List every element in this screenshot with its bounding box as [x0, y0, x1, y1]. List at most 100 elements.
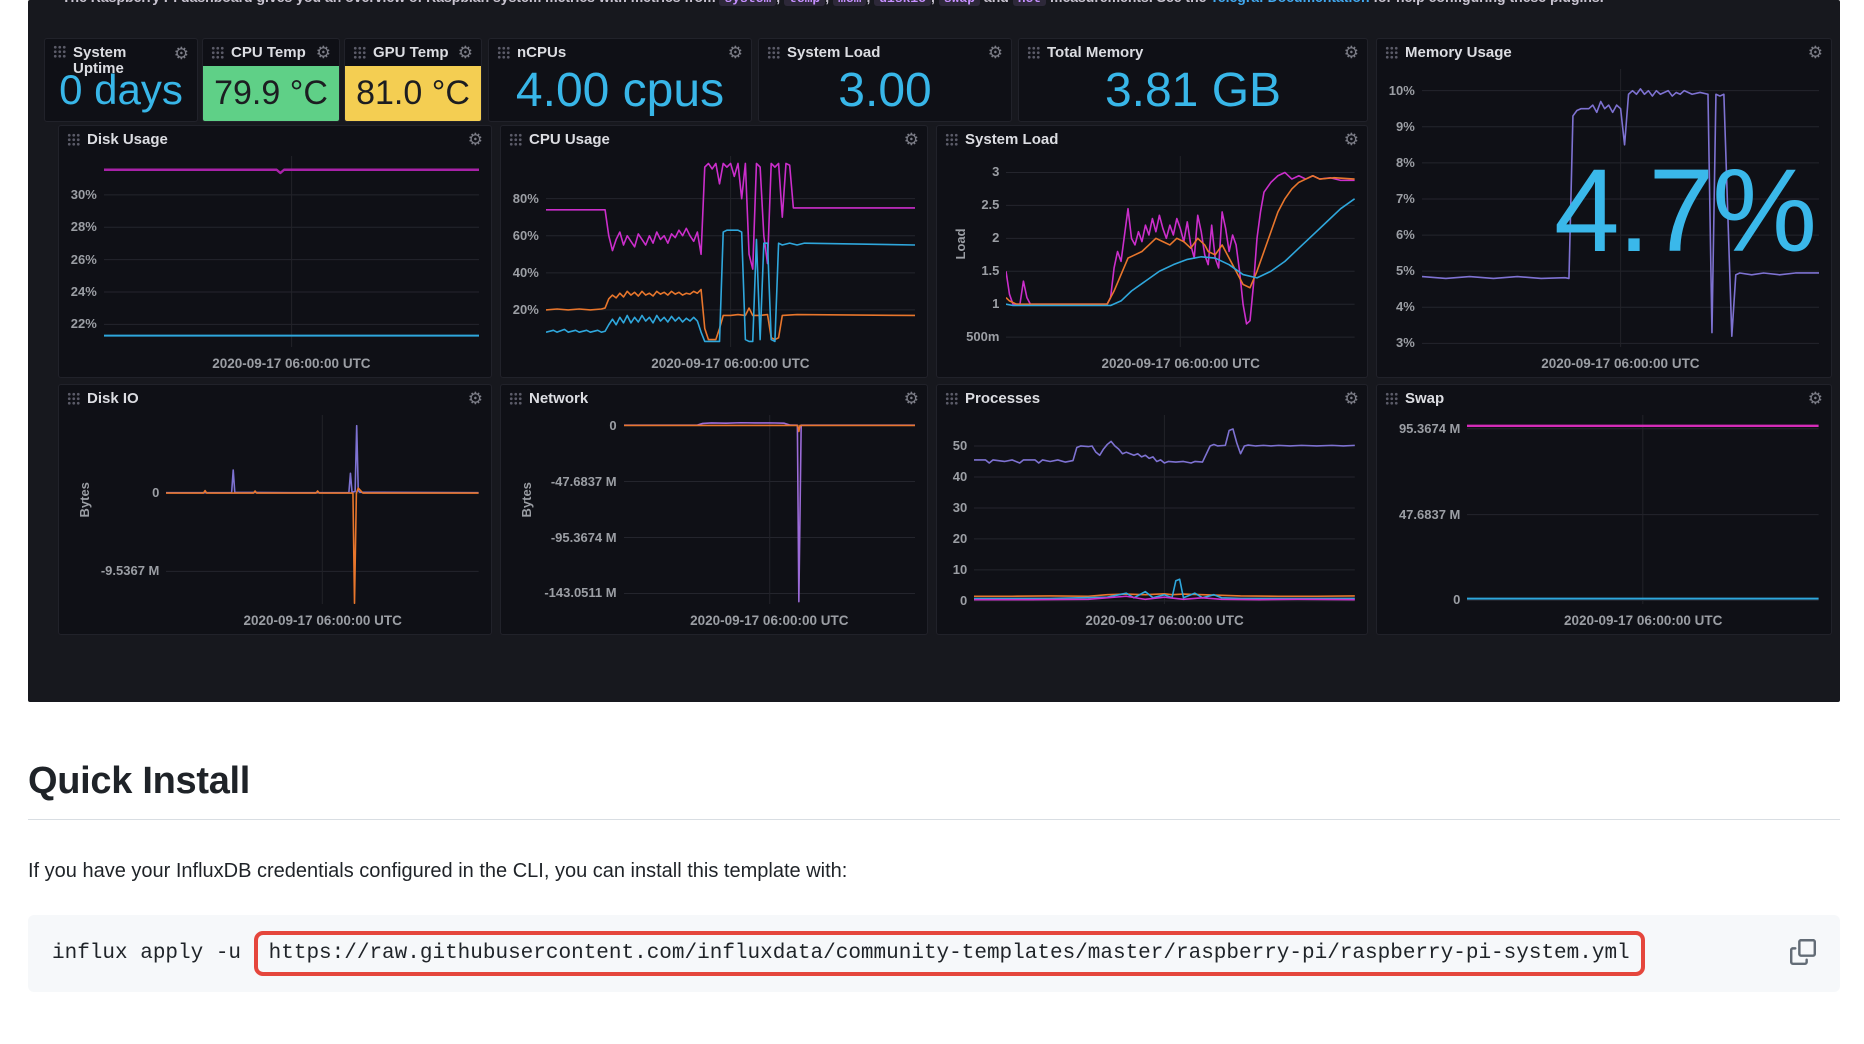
drag-handle-icon: [945, 392, 958, 405]
plot-area: 2020-09-17 06:00:00 UTC: [974, 415, 1355, 604]
readme-content: Quick Install If you have your InfluxDB …: [28, 702, 1840, 992]
y-axis-ticks: 95.3674 M47.6837 M0: [1385, 415, 1467, 604]
code-chip: mem: [833, 0, 866, 6]
x-axis-date-label: 2020-09-17 06:00:00 UTC: [974, 613, 1355, 628]
gear-icon: ⚙: [174, 45, 189, 62]
plot-area: 2020-09-17 06:00:00 UTC: [166, 415, 479, 604]
tick-label: 22%: [71, 316, 97, 331]
panel-title: GPU Temp: [373, 44, 449, 61]
gear-icon: ⚙: [1344, 131, 1359, 148]
command-url: https://raw.githubusercontent.com/influx…: [269, 942, 1630, 965]
tick-label: 50: [953, 438, 967, 453]
x-axis-date-label: 2020-09-17 06:00:00 UTC: [166, 613, 479, 628]
x-axis-date-label: 2020-09-17 06:00:00 UTC: [546, 356, 915, 371]
drag-handle-icon: [767, 46, 780, 59]
command-prefix: influx apply -u: [52, 942, 254, 965]
telegraf-docs-link[interactable]: Telegraf Documentation: [1210, 0, 1369, 5]
panel-title: nCPUs: [517, 44, 566, 61]
tick-label: 30: [953, 500, 967, 515]
memory-usage-big-value: 4.7%: [1554, 143, 1815, 279]
stat-value: 3.00: [759, 65, 1011, 115]
gear-icon: ⚙: [1808, 390, 1823, 407]
tick-label: -143.0511 M: [544, 585, 616, 600]
gear-icon: ⚙: [1808, 44, 1823, 61]
processes-chart: 504030201002020-09-17 06:00:00 UTC: [945, 415, 1355, 604]
x-axis-date-label: 2020-09-17 06:00:00 UTC: [624, 613, 915, 628]
drag-handle-icon: [211, 46, 224, 59]
tick-label: 0: [960, 593, 967, 608]
stat-value: 81.0 °C: [345, 66, 481, 121]
section-heading: Quick Install: [28, 760, 1840, 820]
tick-label: 30%: [71, 187, 97, 202]
swap-chart: 95.3674 M47.6837 M02020-09-17 06:00:00 U…: [1385, 415, 1819, 604]
gear-icon: ⚙: [458, 44, 473, 61]
tick-label: 20: [953, 531, 967, 546]
drag-handle-icon: [67, 133, 80, 146]
tick-label: -47.6837 M: [551, 474, 617, 489]
code-chip: system: [719, 0, 776, 6]
tick-label: 9%: [1396, 119, 1415, 134]
panel-ncpus: nCPUs⚙ 4.00 cpus: [488, 38, 752, 122]
plot-area: 2020-09-17 06:00:00 UTC: [1467, 415, 1819, 604]
tick-label: 26%: [71, 252, 97, 267]
y-axis-ticks: 32.521.51500m: [962, 156, 1006, 347]
tick-label: 10: [953, 562, 967, 577]
panel-total-memory: Total Memory⚙ 3.81 GB: [1018, 38, 1368, 122]
y-axis-ticks: 0 -47.6837 M -95.3674 M -143.0511 M: [526, 415, 624, 604]
system-load-chart: Load32.521.51500m2020-09-17 06:00:00 UTC: [945, 156, 1355, 347]
tick-label: -95.3674 M: [551, 530, 617, 545]
tick-label: 24%: [71, 284, 97, 299]
tick-label: 28%: [71, 219, 97, 234]
copy-icon: [1790, 939, 1816, 965]
tick-label: 2: [992, 230, 999, 245]
panel-title: Disk Usage: [87, 131, 168, 148]
y-axis-label: Load: [945, 156, 962, 347]
tick-label: 0: [152, 485, 159, 500]
tick-label: 0: [609, 418, 616, 433]
plot-area: 2020-09-17 06:00:00 UTC: [104, 156, 479, 347]
network-chart: Bytes0-47.6837 M-95.3674 M-143.0511 M202…: [509, 415, 915, 604]
panel-gpu-temp: GPU Temp ⚙ 81.0 °C: [344, 38, 482, 122]
drag-handle-icon: [497, 46, 510, 59]
y-axis-label: Bytes: [67, 415, 84, 604]
panel-processes: Processes⚙ 504030201002020-09-17 06:00:0…: [936, 384, 1368, 635]
tick-label: 80%: [513, 191, 539, 206]
gear-icon: ⚙: [988, 44, 1003, 61]
drag-handle-icon: [53, 45, 66, 58]
panel-network: Network⚙ Bytes0-47.6837 M-95.3674 M-143.…: [500, 384, 928, 635]
gear-icon: ⚙: [904, 131, 919, 148]
y-axis-ticks: 10%9%8%7%6%5%4%3%: [1385, 69, 1422, 347]
copy-button[interactable]: [1788, 939, 1818, 969]
install-command: influx apply -u https://raw.githubuserco…: [52, 942, 1645, 965]
panel-cpu-temp: CPU Temp⚙ 79.9 °C: [202, 38, 340, 122]
annotation-red-box: https://raw.githubusercontent.com/influx…: [254, 931, 1645, 976]
stat-value: 4.00 cpus: [489, 65, 751, 115]
stat-value: 3.81 GB: [1019, 65, 1367, 115]
drag-handle-icon: [1027, 46, 1040, 59]
tick-label: 95.3674 M: [1399, 421, 1460, 436]
panel-title: Swap: [1405, 390, 1444, 407]
gear-icon: ⚙: [1344, 44, 1359, 61]
gear-icon: ⚙: [316, 44, 331, 61]
tick-label: 3: [992, 164, 999, 179]
gear-icon: ⚙: [468, 390, 483, 407]
panel-disk-usage: Disk Usage⚙ 30%28%26%24%22%2020-09-17 06…: [58, 125, 492, 378]
disk-io-chart: Bytes 0 -9.5367 M 2020-09-17 06:00:00 UTC: [67, 415, 479, 604]
stat-value: 79.9 °C: [203, 66, 339, 121]
dashboard-description: The Raspberry Pi dashboard gives you an …: [62, 0, 1820, 10]
install-paragraph: If you have your InfluxDB credentials co…: [28, 860, 1840, 883]
gear-icon: ⚙: [904, 390, 919, 407]
panel-cpu-usage: CPU Usage⚙ 80%60%40%20%2020-09-17 06:00:…: [500, 125, 928, 378]
x-axis-date-label: 2020-09-17 06:00:00 UTC: [1422, 356, 1819, 371]
dashboard-screenshot[interactable]: The Raspberry Pi dashboard gives you an …: [28, 0, 1840, 702]
x-axis-date-label: 2020-09-17 06:00:00 UTC: [104, 356, 479, 371]
tick-label: -9.5367 M: [101, 563, 160, 578]
x-axis-date-label: 2020-09-17 06:00:00 UTC: [1467, 613, 1819, 628]
drag-handle-icon: [1385, 46, 1398, 59]
panel-system-load-graph: System Load⚙ Load32.521.51500m2020-09-17…: [936, 125, 1368, 378]
tick-label: 6%: [1396, 227, 1415, 242]
tick-label: 0: [1453, 592, 1460, 607]
tick-label: 500m: [966, 329, 999, 344]
plot-area: 2020-09-17 06:00:00 UTC: [1006, 156, 1355, 347]
github-readme-page: The Raspberry Pi dashboard gives you an …: [0, 0, 1864, 1044]
